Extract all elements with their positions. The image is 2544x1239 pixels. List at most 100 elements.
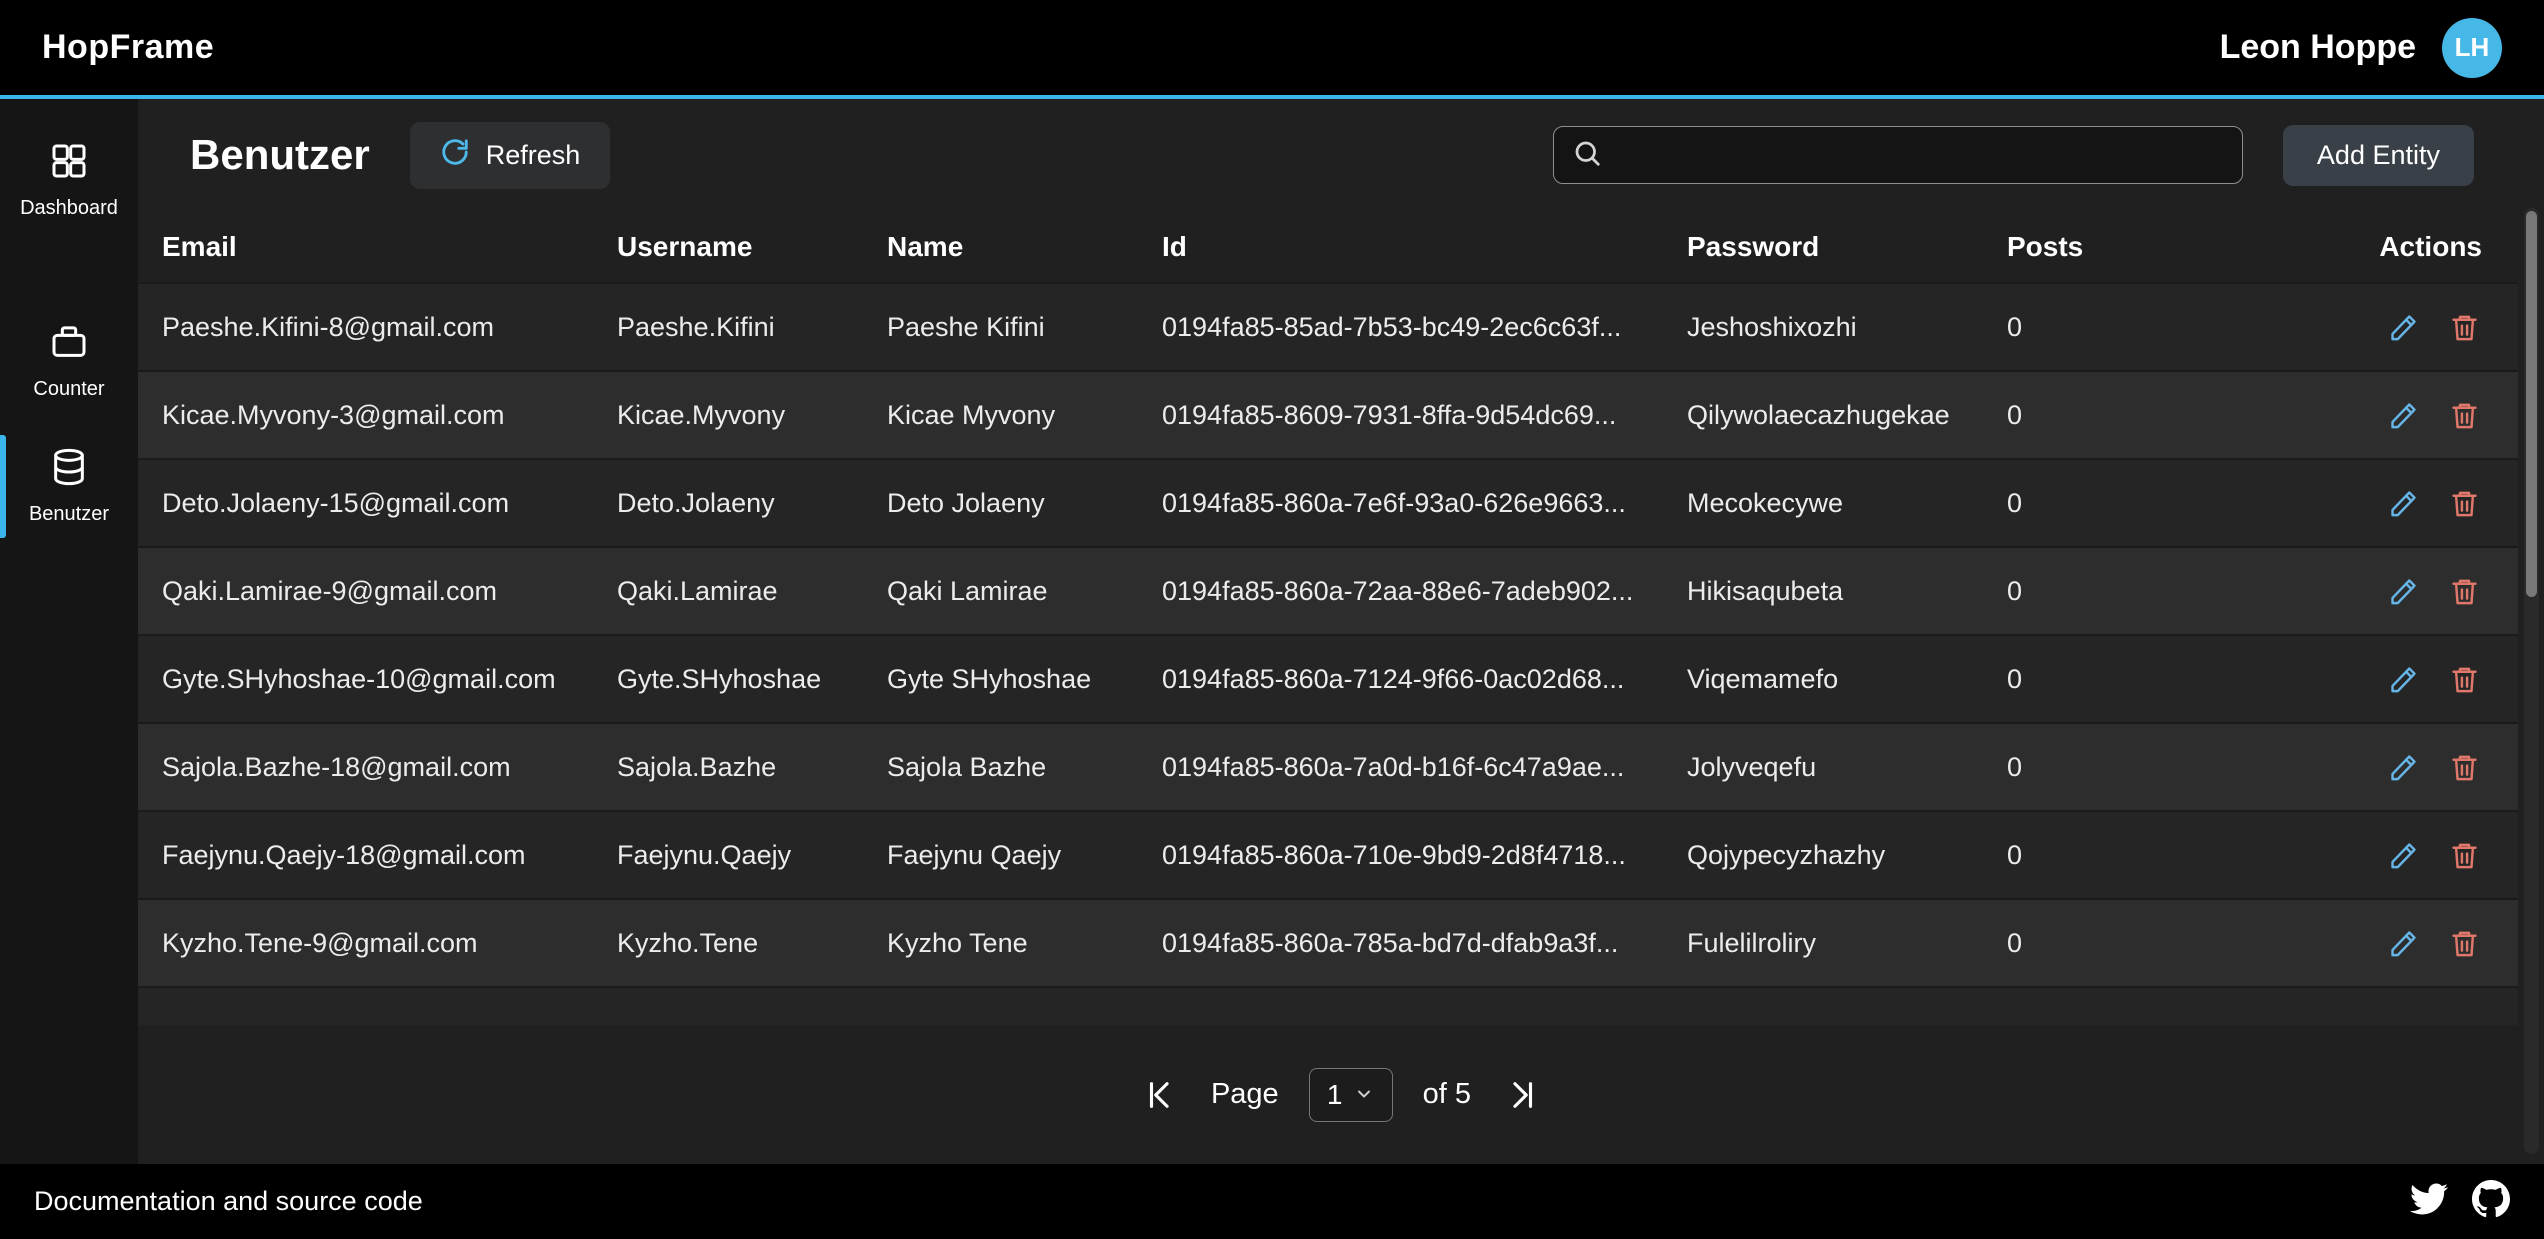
cell-password: Jolyveqefu	[1687, 752, 2007, 783]
cell-name: Sajola Bazhe	[887, 752, 1162, 783]
scrollbar-thumb[interactable]	[2526, 211, 2537, 597]
table-row: Qaki.Lamirae-9@gmail.com Qaki.Lamirae Qa…	[138, 548, 2518, 636]
avatar[interactable]: LH	[2442, 18, 2502, 78]
cell-password: Qilywolaecazhugekae	[1687, 400, 2007, 431]
page-label: Page	[1211, 1078, 1279, 1111]
cell-username: Paeshe.Kifini	[617, 312, 887, 343]
sidebar-item-counter[interactable]: Counter	[0, 306, 138, 417]
edit-button[interactable]	[2386, 662, 2421, 697]
cell-actions	[2337, 750, 2482, 785]
cell-id: 0194fa85-860a-7e6f-93a0-626e9663...	[1162, 488, 1687, 519]
delete-button[interactable]	[2447, 750, 2482, 785]
vertical-scrollbar[interactable]	[2524, 208, 2539, 1154]
edit-button[interactable]	[2386, 486, 2421, 521]
delete-button[interactable]	[2447, 310, 2482, 345]
app-window: HopFrame Leon Hoppe LH Dashboard Counter	[0, 0, 2544, 1239]
cell-email: Kyzho.Tene-9@gmail.com	[162, 928, 617, 959]
github-icon[interactable]	[2472, 1180, 2510, 1223]
delete-button[interactable]	[2447, 838, 2482, 873]
cell-name: Kyzho Tene	[887, 928, 1162, 959]
cell-name: Qaki Lamirae	[887, 576, 1162, 607]
column-header-id: Id	[1162, 231, 1687, 263]
cell-email: Deto.Jolaeny-15@gmail.com	[162, 488, 617, 519]
documentation-link[interactable]: Documentation and source code	[34, 1186, 423, 1217]
cell-id: 0194fa85-860a-72aa-88e6-7adeb902...	[1162, 576, 1687, 607]
cell-email: Qaki.Lamirae-9@gmail.com	[162, 576, 617, 607]
column-header-email: Email	[162, 231, 617, 263]
edit-button[interactable]	[2386, 926, 2421, 961]
cell-actions	[2337, 310, 2482, 345]
table-row: Gyte.SHyhoshae-10@gmail.com Gyte.SHyhosh…	[138, 636, 2518, 724]
content-area: Dashboard Counter Benutzer Benutzer	[0, 99, 2544, 1164]
cell-posts: 0	[2007, 312, 2337, 343]
cell-username: Kicae.Myvony	[617, 400, 887, 431]
dashboard-grid-icon	[49, 141, 89, 187]
search-input[interactable]	[1616, 140, 2224, 171]
edit-button[interactable]	[2386, 398, 2421, 433]
cell-username: Gyte.SHyhoshae	[617, 664, 887, 695]
cell-actions	[2337, 926, 2482, 961]
refresh-button[interactable]: Refresh	[410, 122, 611, 189]
brand-logo: HopFrame	[42, 28, 214, 67]
edit-button[interactable]	[2386, 574, 2421, 609]
toolbar: Benutzer Refresh	[138, 99, 2544, 211]
add-entity-button[interactable]: Add Entity	[2283, 125, 2474, 186]
page-select[interactable]: 1	[1309, 1068, 1393, 1122]
column-header-name: Name	[887, 231, 1162, 263]
cell-email: Gyte.SHyhoshae-10@gmail.com	[162, 664, 617, 695]
delete-button[interactable]	[2447, 926, 2482, 961]
table-row: Paeshe.Kifini-8@gmail.com Paeshe.Kifini …	[138, 284, 2518, 372]
delete-button[interactable]	[2447, 662, 2482, 697]
edit-button[interactable]	[2386, 838, 2421, 873]
cell-username: Qaki.Lamirae	[617, 576, 887, 607]
cell-id: 0194fa85-8609-7931-8ffa-9d54dc69...	[1162, 400, 1687, 431]
cell-password: Mecokecywe	[1687, 488, 2007, 519]
main-panel: Benutzer Refresh	[138, 99, 2544, 1164]
cell-posts: 0	[2007, 664, 2337, 695]
cell-actions	[2337, 398, 2482, 433]
cell-posts: 0	[2007, 576, 2337, 607]
delete-button[interactable]	[2447, 574, 2482, 609]
edit-button[interactable]	[2386, 750, 2421, 785]
counter-icon	[49, 322, 89, 368]
search-icon	[1572, 138, 1602, 173]
table-header-row: Email Username Name Id Password Posts Ac…	[138, 211, 2518, 284]
cell-username: Sajola.Bazhe	[617, 752, 887, 783]
sidebar-item-dashboard[interactable]: Dashboard	[0, 125, 138, 236]
cell-name: Paeshe Kifini	[887, 312, 1162, 343]
cell-password: Hikisaqubeta	[1687, 576, 2007, 607]
cell-username: Kyzho.Tene	[617, 928, 887, 959]
cell-password: Fulelilroliry	[1687, 928, 2007, 959]
page-title: Benutzer	[190, 131, 370, 179]
cell-id: 0194fa85-860a-7a0d-b16f-6c47a9ae...	[1162, 752, 1687, 783]
cell-name: Gyte SHyhoshae	[887, 664, 1162, 695]
cell-username: Deto.Jolaeny	[617, 488, 887, 519]
edit-button[interactable]	[2386, 310, 2421, 345]
cell-password: Jeshoshixozhi	[1687, 312, 2007, 343]
last-page-button[interactable]	[1501, 1074, 1543, 1116]
sidebar-item-label: Benutzer	[29, 503, 109, 526]
cell-posts: 0	[2007, 752, 2337, 783]
cell-name: Faejynu Qaejy	[887, 840, 1162, 871]
column-header-password: Password	[1687, 231, 2007, 263]
refresh-label: Refresh	[486, 140, 581, 171]
table-row: Faejynu.Qaejy-18@gmail.com Faejynu.Qaejy…	[138, 812, 2518, 900]
cell-id: 0194fa85-860a-710e-9bd9-2d8f4718...	[1162, 840, 1687, 871]
cell-username: Faejynu.Qaejy	[617, 840, 887, 871]
delete-button[interactable]	[2447, 398, 2482, 433]
cell-id: 0194fa85-860a-785a-bd7d-dfab9a3f...	[1162, 928, 1687, 959]
column-header-posts: Posts	[2007, 231, 2337, 263]
cell-actions	[2337, 662, 2482, 697]
cell-email: Paeshe.Kifini-8@gmail.com	[162, 312, 617, 343]
sidebar: Dashboard Counter Benutzer	[0, 99, 138, 1164]
sidebar-item-benutzer[interactable]: Benutzer	[0, 431, 138, 542]
table-body: Paeshe.Kifini-8@gmail.com Paeshe.Kifini …	[138, 284, 2518, 1025]
bird-icon[interactable]	[2410, 1180, 2448, 1223]
table-row: Kyzho.Tene-9@gmail.com Kyzho.Tene Kyzho …	[138, 900, 2518, 988]
sidebar-item-label: Dashboard	[20, 197, 118, 220]
footer-bar: Documentation and source code	[0, 1164, 2544, 1239]
cell-actions	[2337, 574, 2482, 609]
entity-table: Email Username Name Id Password Posts Ac…	[138, 211, 2518, 1025]
first-page-button[interactable]	[1139, 1074, 1181, 1116]
delete-button[interactable]	[2447, 486, 2482, 521]
